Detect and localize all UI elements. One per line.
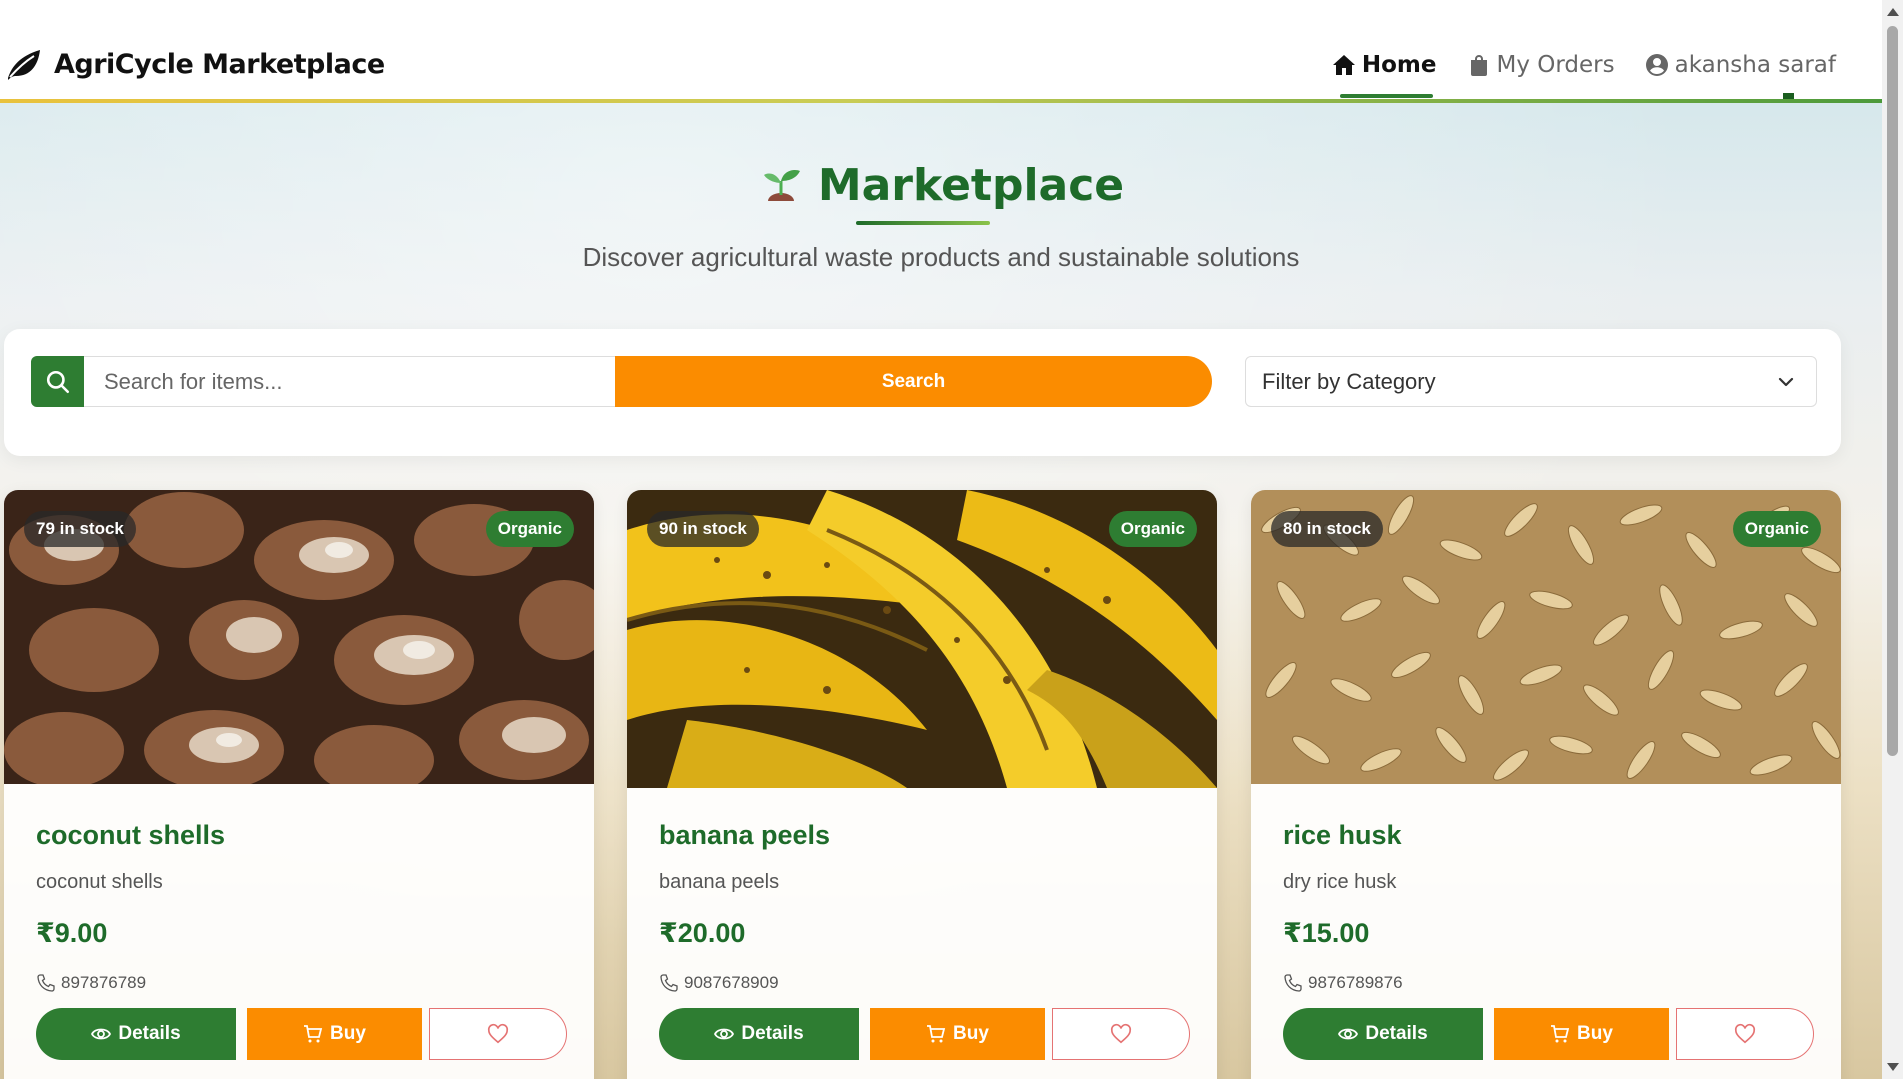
nav-my-orders[interactable]: My Orders <box>1467 46 1615 84</box>
details-button[interactable]: Details <box>1283 1008 1483 1060</box>
product-description: banana peels <box>659 871 780 893</box>
main-nav: Home My Orders akansha saraf <box>1332 46 1836 98</box>
product-name: banana peels <box>659 820 831 850</box>
hero-heading: Marketplace <box>0 160 1882 211</box>
details-button-label: Details <box>1365 1023 1428 1044</box>
organic-badge: Organic <box>1732 511 1821 547</box>
title-underline <box>856 221 990 225</box>
seller-phone-number: 9087678909 <box>684 973 779 992</box>
product-card: 80 in stock Organic rice husk dry rice h… <box>1251 490 1841 1079</box>
nav-user-profile[interactable]: akansha saraf <box>1645 46 1836 84</box>
search-input[interactable] <box>84 356 616 407</box>
phone-icon <box>660 974 678 992</box>
nav-home-label: Home <box>1361 52 1437 78</box>
seedling-icon <box>763 169 800 201</box>
organic-badge: Organic <box>1108 511 1197 547</box>
buy-button-label: Buy <box>1577 1023 1613 1044</box>
seller-phone: 9876789876 <box>1283 973 1403 993</box>
heart-icon <box>1734 1023 1756 1044</box>
seller-phone-number: 9876789876 <box>1308 973 1403 992</box>
stock-badge: 79 in stock <box>24 511 136 547</box>
seller-phone-number: 897876789 <box>61 973 147 992</box>
scroll-up-arrow[interactable] <box>1887 8 1899 16</box>
stock-badge: 90 in stock <box>647 511 759 547</box>
category-filter-select[interactable]: Filter by Category <box>1245 356 1817 407</box>
product-image: 90 in stock Organic <box>627 490 1217 788</box>
product-description: coconut shells <box>36 871 163 893</box>
product-name: rice husk <box>1283 820 1402 850</box>
product-card: 79 in stock Organic coconut shells cocon… <box>4 490 594 1079</box>
search-button[interactable]: Search <box>615 356 1212 407</box>
product-price: ₹20.00 <box>659 918 746 948</box>
seller-phone: 9087678909 <box>659 973 779 993</box>
phone-icon <box>1284 974 1302 992</box>
cart-icon <box>304 1025 323 1043</box>
favorite-button[interactable] <box>1052 1008 1190 1060</box>
brand[interactable]: AgriCycle Marketplace <box>4 44 385 84</box>
eye-icon <box>714 1028 735 1040</box>
buy-button-label: Buy <box>953 1023 989 1044</box>
heart-icon <box>1110 1023 1132 1044</box>
buy-button[interactable]: Buy <box>247 1008 422 1060</box>
product-price: ₹15.00 <box>1283 918 1370 948</box>
details-button[interactable]: Details <box>36 1008 236 1060</box>
scroll-down-arrow[interactable] <box>1887 1063 1899 1071</box>
nav-my-orders-label: My Orders <box>1496 52 1615 78</box>
home-icon <box>1332 55 1355 75</box>
search-icon-button[interactable] <box>31 356 84 407</box>
cart-icon <box>927 1025 946 1043</box>
page-title: Marketplace <box>817 160 1125 211</box>
scroll-thumb[interactable] <box>1887 26 1898 756</box>
buy-button-label: Buy <box>330 1023 366 1044</box>
details-button[interactable]: Details <box>659 1008 859 1060</box>
page-subtitle: Discover agricultural waste products and… <box>582 242 1300 272</box>
product-card: 90 in stock Organic banana peels banana … <box>627 490 1217 1079</box>
stock-badge: 80 in stock <box>1271 511 1383 547</box>
brand-name: AgriCycle Marketplace <box>54 48 385 80</box>
nav-home[interactable]: Home <box>1332 46 1437 98</box>
product-name: coconut shells <box>36 820 226 850</box>
user-circle-icon <box>1645 54 1668 76</box>
buy-button[interactable]: Buy <box>1494 1008 1669 1060</box>
eye-icon <box>1338 1028 1359 1040</box>
shopping-bag-icon <box>1470 55 1487 76</box>
seller-phone: 897876789 <box>36 973 146 993</box>
search-panel: Search Filter by Category <box>4 329 1841 456</box>
search-icon <box>46 370 69 393</box>
product-image: 79 in stock Organic <box>4 490 594 784</box>
favorite-button[interactable] <box>1676 1008 1814 1060</box>
buy-button[interactable]: Buy <box>870 1008 1045 1060</box>
nav-user-name: akansha saraf <box>1674 52 1836 78</box>
page-scrollbar[interactable] <box>1882 0 1903 1079</box>
heart-icon <box>487 1023 509 1044</box>
chevron-down-icon <box>1778 377 1794 386</box>
details-button-label: Details <box>741 1023 804 1044</box>
top-navbar: AgriCycle Marketplace Home My Orders aka… <box>0 0 1882 103</box>
eye-icon <box>91 1028 112 1040</box>
cart-icon <box>1551 1025 1570 1043</box>
phone-icon <box>37 974 55 992</box>
dropdown-indicator <box>1783 93 1794 101</box>
product-price: ₹9.00 <box>36 918 108 948</box>
product-description: dry rice husk <box>1283 871 1397 893</box>
category-filter-label: Filter by Category <box>1262 368 1436 394</box>
leaf-icon <box>8 50 40 80</box>
product-image: 80 in stock Organic <box>1251 490 1841 784</box>
organic-badge: Organic <box>485 511 574 547</box>
details-button-label: Details <box>118 1023 181 1044</box>
favorite-button[interactable] <box>429 1008 567 1060</box>
